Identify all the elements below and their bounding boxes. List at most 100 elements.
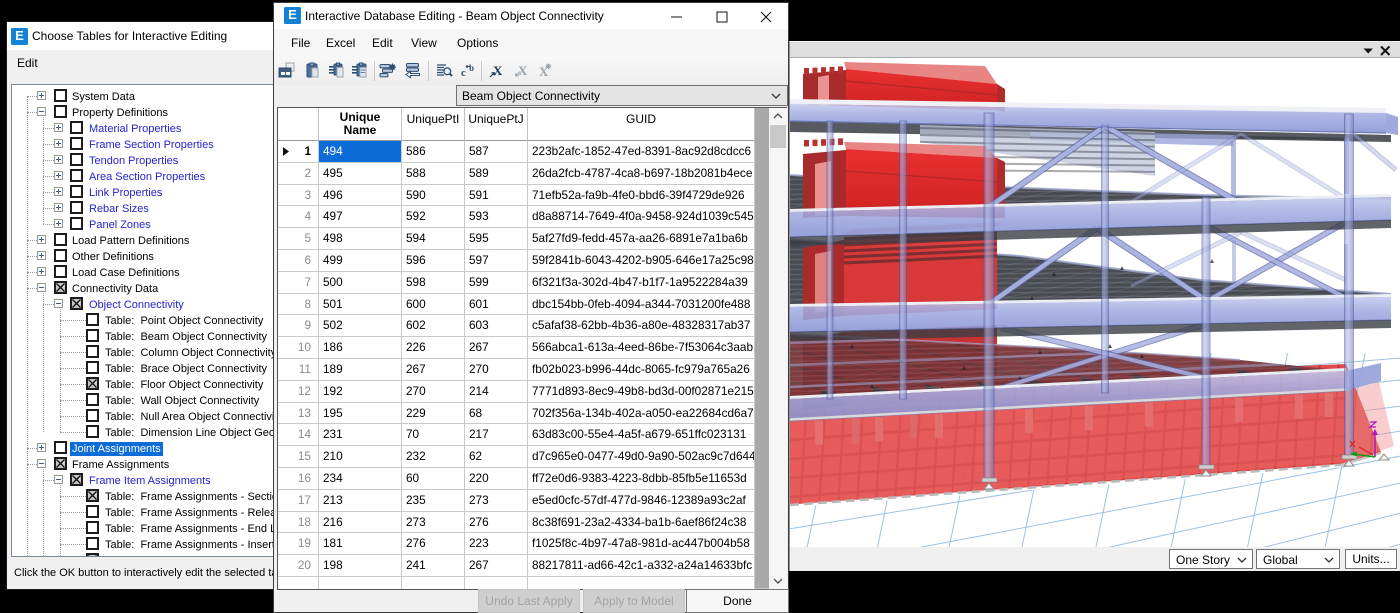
cell[interactable]: 590 [402, 185, 465, 207]
scrollbar-thumb[interactable] [770, 125, 786, 148]
cell[interactable]: 220 [465, 468, 528, 490]
tree-item[interactable]: Property Definitions [12, 104, 275, 120]
collapse-icon[interactable] [54, 475, 63, 484]
from-excel-icon[interactable]: X [514, 62, 532, 80]
cell[interactable]: 595 [465, 228, 528, 250]
paste-append-icon[interactable] [328, 62, 346, 80]
checkbox[interactable] [86, 361, 99, 374]
cell[interactable]: 589 [465, 163, 528, 185]
dialog-titlebar[interactable]: E Choose Tables for Interactive Editing [7, 22, 277, 50]
tree-item[interactable]: Table: Brace Object Connectivity [12, 360, 275, 376]
cell[interactable]: 214 [465, 381, 528, 403]
cell[interactable]: 502 [319, 315, 402, 337]
tree-item-label[interactable]: Table: Frame Assignments [103, 554, 240, 558]
close-button[interactable] [744, 3, 789, 29]
cell[interactable]: 231 [319, 424, 402, 446]
tree-item-label[interactable]: Table: Frame Assignments - Section Prope… [103, 490, 275, 504]
checkbox[interactable] [70, 185, 83, 198]
cell[interactable]: 223b2afc-1852-47ed-8391-8ac92d8cdcc6 [528, 141, 755, 163]
col-header-guid[interactable]: GUID [528, 108, 755, 141]
tree-item-label[interactable]: Rebar Sizes [87, 202, 151, 216]
checkbox[interactable] [86, 313, 99, 326]
tree-item-label[interactable]: Table: Column Object Connectivity [103, 346, 275, 360]
tree-item-label[interactable]: Table: Frame Assignments - Insertion [103, 538, 275, 552]
tree-item[interactable]: Object Connectivity [12, 296, 275, 312]
collapse-icon[interactable] [54, 299, 63, 308]
expand-icon[interactable] [37, 267, 46, 276]
cell[interactable]: 198 [319, 555, 402, 577]
tree-item-label[interactable]: Panel Zones [87, 218, 153, 232]
tree-item[interactable]: Table: Column Object Connectivity [12, 344, 275, 360]
tree-item[interactable]: System Data [12, 88, 275, 104]
cell[interactable]: 71efb52a-fa9b-4fe0-bbd6-39f4729de926 [528, 185, 755, 207]
cell[interactable]: d7c965e0-0477-49d0-9a90-502ac9c7d644 [528, 446, 755, 468]
expand-icon[interactable] [54, 139, 63, 148]
tree-item-label[interactable]: Table: Point Object Connectivity [103, 314, 265, 328]
cell[interactable]: 596 [402, 250, 465, 272]
table-row[interactable]: 10186226267566abca1-613a-4eed-86be-7f530… [278, 337, 755, 359]
menu-view[interactable]: View [411, 36, 437, 50]
model-3d-view[interactable] [789, 58, 1400, 547]
table-row[interactable]: 17213235273e5ed0cfc-57df-477d-9846-12389… [278, 490, 755, 512]
checkbox[interactable] [54, 249, 67, 262]
cell[interactable]: 5af27fd9-fedd-457a-aa26-6891e7a1ba6b [528, 228, 755, 250]
cell[interactable]: 7771d893-8ec9-49b8-bd3d-00f02871e215 [528, 381, 755, 403]
cell[interactable]: 62 [465, 446, 528, 468]
cell[interactable]: f1025f8c-4b97-47a8-981d-ac447b004b58 [528, 533, 755, 555]
menu-edit[interactable]: Edit [17, 56, 38, 70]
table-row[interactable]: 8501600601dbc154bb-0feb-4094-a344-703120… [278, 294, 755, 316]
cell[interactable]: 594 [402, 228, 465, 250]
tree-item-label[interactable]: Frame Assignments [70, 458, 171, 472]
close-view-icon[interactable] [1380, 45, 1391, 56]
tree-item[interactable]: Joint Assignments [12, 440, 275, 456]
table-row[interactable]: 9502602603c5afaf38-62bb-4b36-a80e-483283… [278, 315, 755, 337]
expand-icon[interactable] [37, 235, 46, 244]
cell[interactable]: 223 [465, 533, 528, 555]
tree-item[interactable]: Table: Dimension Line Object Geometry [12, 424, 275, 440]
checkbox[interactable] [86, 329, 99, 342]
cell[interactable]: 599 [465, 272, 528, 294]
tree-item-label[interactable]: Load Pattern Definitions [70, 234, 191, 248]
checkbox[interactable] [70, 201, 83, 214]
cell[interactable]: 235 [402, 490, 465, 512]
cell[interactable]: 600 [402, 294, 465, 316]
cell[interactable]: 496 [319, 185, 402, 207]
collapse-icon[interactable] [37, 107, 46, 116]
tree-item-label[interactable]: Table: Floor Object Connectivity [103, 378, 265, 392]
checkbox-checked[interactable] [86, 489, 99, 502]
cell[interactable]: 500 [319, 272, 402, 294]
menu-excel[interactable]: Excel [326, 36, 355, 50]
checkbox-checked[interactable] [86, 377, 99, 390]
checkbox-checked[interactable] [70, 473, 83, 486]
undo-last-apply-button[interactable]: Undo Last Apply [478, 589, 580, 613]
cell[interactable]: 217 [465, 424, 528, 446]
cell[interactable]: 603 [465, 315, 528, 337]
expand-icon[interactable] [54, 155, 63, 164]
maximize-button[interactable] [700, 3, 745, 29]
tree-item[interactable]: Link Properties [12, 184, 275, 200]
tree-item-label[interactable]: Object Connectivity [87, 298, 186, 312]
tree-item[interactable]: Frame Section Properties [12, 136, 275, 152]
add-rows-icon[interactable] [379, 62, 397, 80]
checkbox[interactable] [54, 265, 67, 278]
checkbox[interactable] [54, 441, 67, 454]
cell[interactable]: 498 [319, 228, 402, 250]
cell[interactable]: 234 [319, 468, 402, 490]
tree-item[interactable]: Material Properties [12, 120, 275, 136]
expand-icon[interactable] [37, 91, 46, 100]
collapse-icon[interactable] [37, 283, 46, 292]
cell[interactable]: 501 [319, 294, 402, 316]
cell[interactable]: 229 [402, 403, 465, 425]
table-row[interactable]: 649959659759f2841b-6043-4202-b905-646e17… [278, 250, 755, 272]
checkbox-checked[interactable] [54, 281, 67, 294]
tree-item[interactable]: Panel Zones [12, 216, 275, 232]
cell[interactable]: 186 [319, 337, 402, 359]
expand-icon[interactable] [37, 443, 46, 452]
done-button[interactable]: Done [686, 589, 789, 613]
minimize-button[interactable] [655, 3, 700, 29]
checkbox-checked[interactable] [86, 553, 99, 557]
cell[interactable]: 267 [465, 555, 528, 577]
cell[interactable]: 495 [319, 163, 402, 185]
checkbox[interactable] [86, 425, 99, 438]
checkbox[interactable] [70, 153, 83, 166]
